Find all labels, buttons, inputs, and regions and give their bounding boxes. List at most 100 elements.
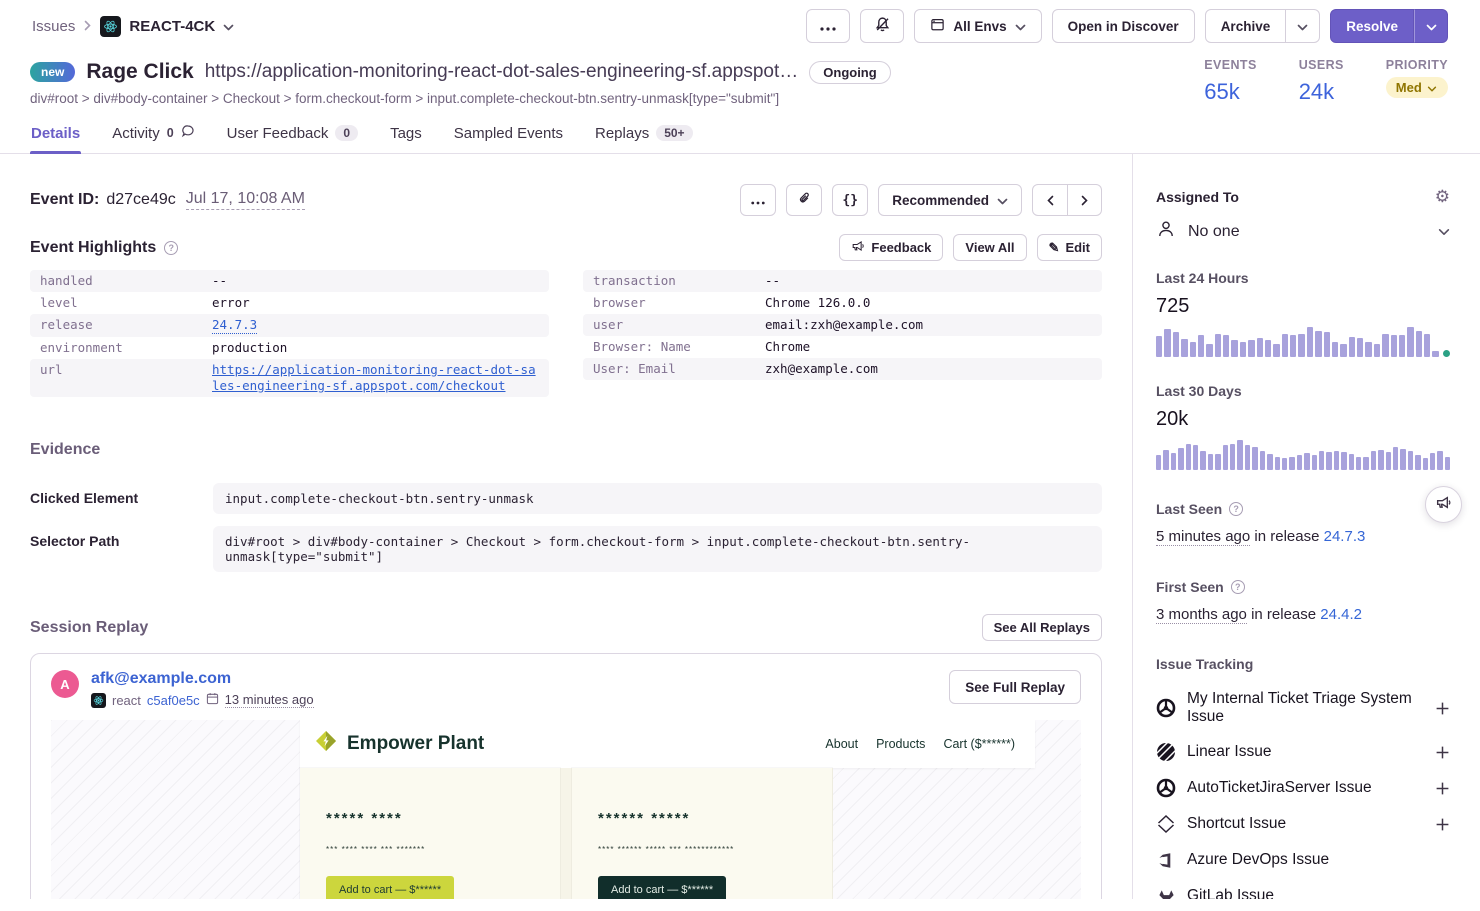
chart-bar <box>1223 335 1229 357</box>
chart-bar <box>1437 451 1442 470</box>
see-full-replay-button[interactable]: See Full Replay <box>949 670 1081 704</box>
highlight-value-link[interactable]: https://application-monitoring-react-dot… <box>212 362 539 394</box>
gitlab-icon <box>1156 886 1176 899</box>
attachments-button[interactable] <box>786 184 822 216</box>
resolve-dropdown-button[interactable] <box>1414 9 1448 43</box>
highlight-value: production <box>212 340 287 356</box>
chart-bar <box>1282 334 1288 357</box>
add-to-cart-button[interactable]: Add to cart — $****** <box>598 876 726 899</box>
chart-bar <box>1315 331 1321 357</box>
replay-user-email-link[interactable]: afk@example.com <box>91 670 231 687</box>
breadcrumb-issues-link[interactable]: Issues <box>32 18 75 35</box>
highlight-value-link[interactable]: 24.7.3 <box>212 317 257 334</box>
add-issue-button[interactable] <box>1435 817 1450 832</box>
highlight-value: -- <box>765 273 780 289</box>
last-30-days-count: 20k <box>1156 408 1450 431</box>
replay-meta: react c5af0e5c 13 minutes ago <box>91 692 314 708</box>
issue-stats: EVENTS 65k USERS 24k PRIORITY Med <box>1204 58 1448 105</box>
event-more-button[interactable] <box>740 184 776 216</box>
ellipsis-icon <box>820 19 836 34</box>
add-issue-button[interactable] <box>1435 745 1450 760</box>
event-sort-selector[interactable]: Recommended <box>878 184 1022 216</box>
replay-preview-player[interactable]: Empower Plant About Products Cart ($******… <box>51 720 1081 899</box>
tab-replays[interactable]: Replays50+ <box>594 117 694 153</box>
edit-highlights-button[interactable]: ✎ Edit <box>1037 234 1102 261</box>
tab-label: Sampled Events <box>454 125 563 142</box>
evidence-value: div#root > div#body-container > Checkout… <box>213 526 1102 572</box>
issue-tracking-item[interactable]: Shortcut Issue <box>1156 814 1450 834</box>
add-to-cart-button[interactable]: Add to cart — $****** <box>326 876 454 899</box>
events-value[interactable]: 65k <box>1204 79 1256 105</box>
tab-sampled-events[interactable]: Sampled Events <box>453 117 564 153</box>
chart-bar <box>1349 454 1354 471</box>
chart-bar <box>1265 340 1271 357</box>
priority-selector[interactable]: Med <box>1386 77 1448 98</box>
replay-nav-item[interactable]: Products <box>876 737 925 751</box>
mute-alerts-button[interactable] <box>860 9 904 43</box>
users-value[interactable]: 24k <box>1299 79 1344 105</box>
floating-feedback-button[interactable] <box>1425 486 1462 523</box>
replay-project-name: react <box>112 693 141 708</box>
help-icon[interactable]: ? <box>1229 502 1243 516</box>
issue-tracking-label: My Internal Ticket Triage System Issue <box>1187 690 1424 726</box>
issue-tracking-label: Shortcut Issue <box>1187 815 1286 833</box>
help-icon[interactable]: ? <box>164 241 178 255</box>
issue-tracking-item[interactable]: AutoTicketJiraServer Issue <box>1156 778 1450 798</box>
archive-button[interactable]: Archive <box>1205 9 1287 43</box>
assignee-selector[interactable]: No one <box>1156 219 1450 244</box>
chart-bar <box>1275 457 1280 471</box>
add-issue-button[interactable] <box>1435 781 1450 796</box>
help-icon[interactable]: ? <box>1231 580 1245 594</box>
wheel-icon <box>1156 778 1176 798</box>
highlight-row: levelerror <box>30 292 549 314</box>
replay-site-body: ***** ******* **** **** *** *******Add t… <box>300 768 1035 899</box>
issue-tracking-item[interactable]: My Internal Ticket Triage System Issue <box>1156 690 1450 726</box>
highlight-row: browserChrome 126.0.0 <box>583 292 1102 314</box>
assigned-to-title: Assigned To <box>1156 189 1239 205</box>
issue-tracking-item[interactable]: Linear Issue <box>1156 742 1450 762</box>
add-issue-button[interactable] <box>1435 701 1450 716</box>
tab-details[interactable]: Details <box>30 117 81 153</box>
first-seen-title: First Seen ? <box>1156 579 1245 595</box>
archive-dropdown-button[interactable] <box>1286 9 1320 43</box>
previous-event-button[interactable] <box>1032 184 1068 216</box>
chart-bar <box>1332 342 1338 357</box>
project-selector[interactable]: REACT-4CK <box>100 16 234 37</box>
tab-user-feedback[interactable]: User Feedback0 <box>226 117 359 153</box>
open-in-discover-button[interactable]: Open in Discover <box>1052 9 1195 43</box>
issue-tracking-label: Linear Issue <box>1187 743 1271 761</box>
last-24-hours-title: Last 24 Hours <box>1156 270 1249 286</box>
evidence-row: Clicked Elementinput.complete-checkout-b… <box>30 483 1102 514</box>
replay-site-header: Empower Plant About Products Cart ($******… <box>300 720 1035 768</box>
replay-nav-item[interactable]: Cart ($******) <box>943 737 1015 751</box>
avatar: A <box>51 670 79 698</box>
highlight-key: environment <box>40 340 212 356</box>
replay-viewport: Empower Plant About Products Cart ($******… <box>300 720 1035 899</box>
more-options-button[interactable] <box>806 9 850 43</box>
see-all-replays-button[interactable]: See All Replays <box>982 614 1102 641</box>
view-all-button[interactable]: View All <box>953 234 1026 261</box>
chart-bar <box>1237 440 1242 470</box>
replay-id-link[interactable]: c5af0e5c <box>147 693 200 708</box>
replay-site-brand: Empower Plant <box>314 729 484 759</box>
issue-tracking-item[interactable]: Azure DevOps Issue <box>1156 850 1450 870</box>
tab-label: Replays <box>595 125 649 142</box>
resolve-button[interactable]: Resolve <box>1330 9 1414 43</box>
archive-split-button: Archive <box>1205 9 1321 43</box>
view-json-button[interactable]: {} <box>832 184 868 216</box>
chart-bar <box>1178 448 1183 470</box>
issue-tracking-item[interactable]: GitLab Issue <box>1156 886 1450 899</box>
tab-tags[interactable]: Tags <box>389 117 423 153</box>
last-30-days-chart[interactable] <box>1156 440 1450 470</box>
first-seen-release-link[interactable]: 24.4.2 <box>1320 606 1362 623</box>
tab-activity[interactable]: Activity0 <box>111 117 195 153</box>
next-event-button[interactable] <box>1068 184 1102 216</box>
last-30-days-section: Last 30 Days 20k <box>1156 383 1450 470</box>
last-seen-release-link[interactable]: 24.7.3 <box>1324 528 1366 545</box>
empower-plant-logo-icon <box>314 729 338 759</box>
gear-icon[interactable]: ⚙ <box>1435 188 1450 205</box>
last-24-hours-chart[interactable] <box>1156 327 1450 357</box>
environment-selector[interactable]: All Envs <box>914 9 1041 43</box>
feedback-button[interactable]: Feedback <box>839 234 943 261</box>
replay-nav-item[interactable]: About <box>825 737 858 751</box>
